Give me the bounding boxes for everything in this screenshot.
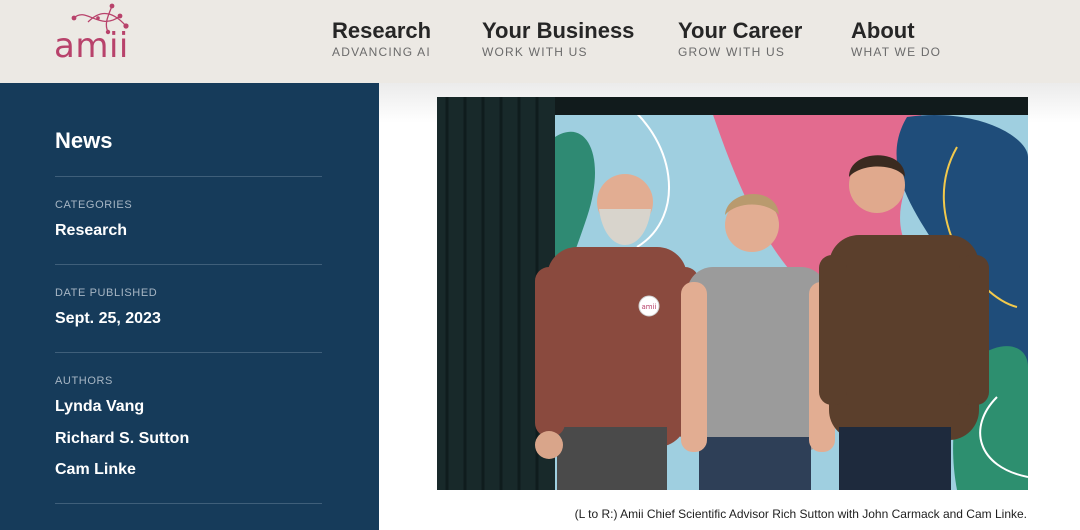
article-photo: amii [437,97,1028,490]
article-sidebar: News CATEGORIES Research DATE PUBLISHED … [0,83,379,530]
nav-about-title: About [851,18,915,43]
categories-label: CATEGORIES [55,199,133,211]
sidebar-title: News [55,128,113,153]
logo-wordmark: amii [54,26,129,66]
nav-about[interactable]: About WHAT WE DO [851,19,941,60]
divider [55,264,322,265]
site-header: amii Research ADVANCING AI Your Business… [0,0,1080,83]
divider [55,503,322,504]
nav-your-career-subtitle: GROW WITH US [678,45,786,59]
amii-logo[interactable]: amii [54,2,134,64]
nav-your-career[interactable]: Your Career GROW WITH US [678,19,802,60]
nav-your-career-title: Your Career [678,18,803,43]
author-link[interactable]: Richard S. Sutton [55,430,189,448]
people-photo-illustration: amii [437,97,1028,490]
nav-research-title: Research [332,18,432,43]
nav-your-business-subtitle: WORK WITH US [482,45,588,59]
author-link[interactable]: Cam Linke [55,461,136,479]
nav-your-business-title: Your Business [482,18,635,43]
divider [55,176,322,177]
photo-caption: (L to R:) Amii Chief Scientific Advisor … [574,507,1027,521]
nav-about-subtitle: WHAT WE DO [851,45,942,59]
nav-your-business[interactable]: Your Business WORK WITH US [482,19,634,60]
divider [55,352,322,353]
nav-research[interactable]: Research ADVANCING AI [332,19,431,60]
category-link-research[interactable]: Research [55,222,127,240]
authors-label: AUTHORS [55,375,113,387]
date-published-label: DATE PUBLISHED [55,287,158,299]
author-link[interactable]: Lynda Vang [55,398,144,416]
shirt-badge-text: amii [642,303,657,311]
nav-research-subtitle: ADVANCING AI [332,45,431,59]
date-published-value: Sept. 25, 2023 [55,310,161,327]
